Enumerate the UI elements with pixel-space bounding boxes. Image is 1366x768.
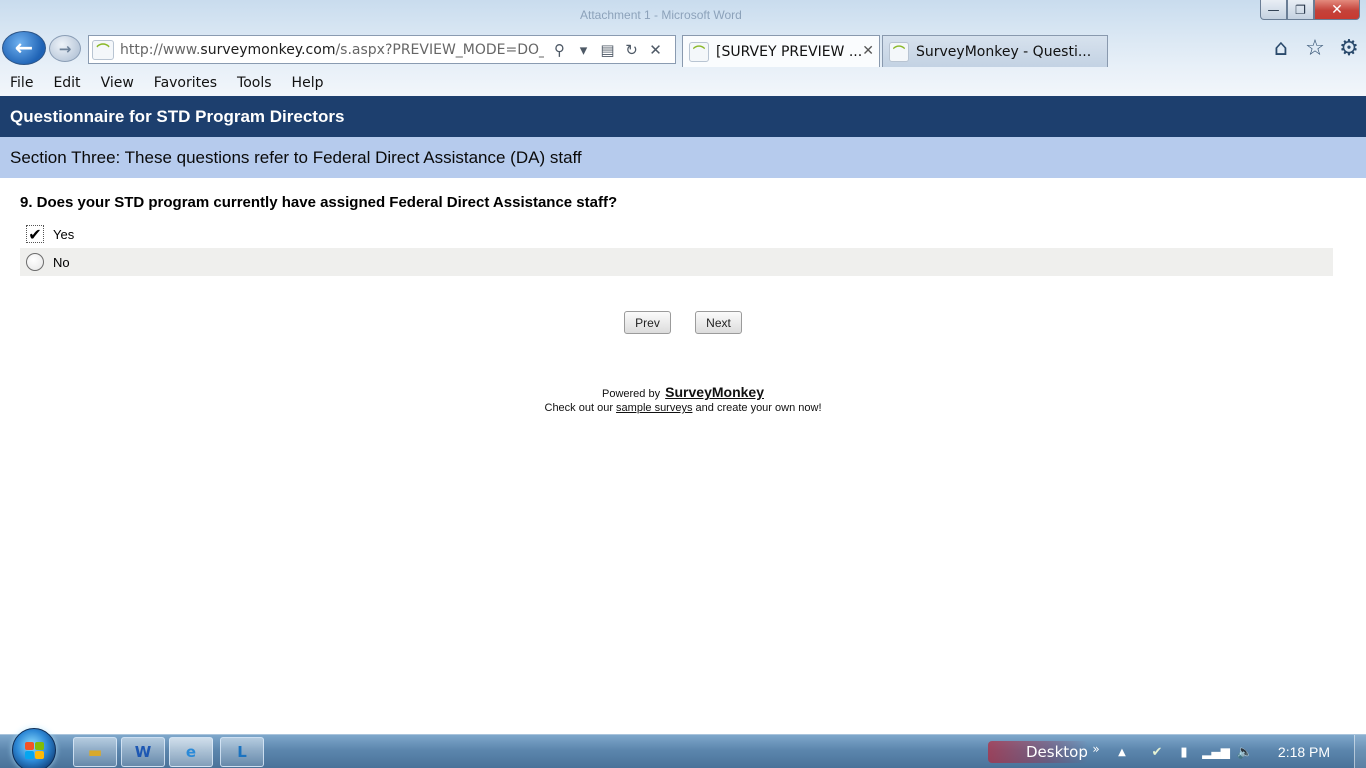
taskbar: ▬ W e L Desktop » ▲ ✔ ▮ ▂▄▆ 🔈 2:18 PM bbox=[0, 728, 1366, 768]
menu-bar: File Edit View Favorites Tools Help bbox=[0, 70, 1366, 96]
window-title: Attachment 1 - Microsoft Word bbox=[580, 8, 742, 22]
dropdown-arrow-icon[interactable]: ▾ bbox=[574, 40, 593, 60]
option-label: No bbox=[53, 254, 70, 270]
site-favicon-icon: ⌒ bbox=[689, 41, 709, 62]
forward-button[interactable]: → bbox=[49, 35, 81, 62]
address-bar[interactable]: ⌒ http://www.surveymonkey.com/s.aspx?PRE… bbox=[88, 35, 676, 64]
folder-icon: ▬ bbox=[87, 743, 103, 761]
prev-button[interactable]: Prev bbox=[624, 311, 671, 334]
tab-surveymonkey-questions[interactable]: ⌒ SurveyMonkey - Questi... bbox=[882, 35, 1108, 67]
show-desktop-button[interactable] bbox=[1354, 735, 1366, 768]
address-icons: ⚲ ▾ ▤ ↻ ✕ bbox=[550, 40, 665, 60]
menu-help[interactable]: Help bbox=[282, 71, 334, 95]
tab-close-icon[interactable]: ✕ bbox=[862, 43, 874, 59]
tab-label: SurveyMonkey - Questi... bbox=[916, 43, 1092, 60]
back-button[interactable]: ← bbox=[2, 31, 46, 65]
taskbar-word[interactable]: W bbox=[121, 737, 165, 767]
title-bar: Attachment 1 - Microsoft Word — ❐ ✕ bbox=[0, 0, 1366, 30]
chevron-right-icon[interactable]: » bbox=[1090, 738, 1102, 760]
arrow-left-icon: ← bbox=[14, 35, 34, 61]
menu-tools[interactable]: Tools bbox=[227, 71, 282, 95]
refresh-icon[interactable]: ↻ bbox=[622, 40, 641, 60]
footer: Powered by SurveyMonkey Check out our sa… bbox=[0, 383, 1366, 415]
close-button[interactable]: ✕ bbox=[1314, 0, 1360, 20]
tab-label: [SURVEY PREVIEW ... bbox=[716, 43, 863, 60]
clock[interactable]: 2:18 PM bbox=[1272, 744, 1336, 760]
gear-icon[interactable]: ⚙ bbox=[1336, 34, 1362, 62]
favorites-star-icon[interactable]: ☆ bbox=[1302, 34, 1328, 62]
option-label: Yes bbox=[53, 226, 75, 242]
window-controls: — ❐ ✕ bbox=[1260, 0, 1360, 20]
powered-by-text: Powered by bbox=[602, 388, 661, 400]
minimize-button[interactable]: — bbox=[1260, 0, 1287, 20]
option-yes[interactable]: ✔ Yes bbox=[20, 220, 1333, 248]
restore-button[interactable]: ❐ bbox=[1287, 0, 1314, 20]
word-icon: W bbox=[134, 743, 152, 761]
radio-circle-icon bbox=[26, 253, 44, 271]
arrow-right-icon: → bbox=[58, 39, 72, 58]
menu-file[interactable]: File bbox=[0, 71, 43, 95]
footer-text: and create your own now! bbox=[695, 402, 822, 414]
checkmark-icon: ✔ bbox=[26, 225, 44, 244]
menu-favorites[interactable]: Favorites bbox=[144, 71, 227, 95]
surveymonkey-logo-link[interactable]: SurveyMonkey bbox=[665, 384, 764, 400]
desktop-toolbar[interactable]: Desktop bbox=[988, 741, 1088, 763]
yes-checkbox[interactable]: ✔ bbox=[26, 225, 44, 244]
taskbar-lync[interactable]: L bbox=[220, 737, 264, 767]
home-icon[interactable]: ⌂ bbox=[1268, 34, 1294, 62]
site-favicon-icon: ⌒ bbox=[889, 41, 909, 62]
network-status-icon[interactable]: ✔ bbox=[1146, 741, 1168, 763]
taskbar-explorer[interactable]: ▬ bbox=[73, 737, 117, 767]
section-heading: Section Three: These questions refer to … bbox=[0, 137, 1366, 178]
internet-explorer-icon: e bbox=[185, 743, 197, 761]
wifi-signal-icon[interactable]: ▂▄▆ bbox=[1202, 741, 1230, 763]
survey-title: Questionnaire for STD Program Directors bbox=[0, 96, 1366, 137]
sample-surveys-link[interactable]: sample surveys bbox=[616, 402, 692, 414]
tab-survey-preview[interactable]: ⌒ [SURVEY PREVIEW ... ✕ bbox=[682, 35, 880, 67]
lync-icon: L bbox=[237, 743, 247, 761]
battery-icon[interactable]: ▮ bbox=[1174, 741, 1194, 763]
search-icon[interactable]: ⚲ bbox=[550, 40, 569, 60]
option-no[interactable]: No bbox=[20, 248, 1333, 276]
menu-view[interactable]: View bbox=[91, 71, 144, 95]
footer-text: Check out our bbox=[544, 402, 613, 414]
next-button[interactable]: Next bbox=[695, 311, 742, 334]
no-radio[interactable] bbox=[26, 253, 44, 271]
volume-icon[interactable]: 🔈 bbox=[1234, 741, 1256, 763]
menu-edit[interactable]: Edit bbox=[43, 71, 90, 95]
question-text: 9. Does your STD program currently have … bbox=[20, 194, 618, 211]
browser-right-icons: ⌂ ☆ ⚙ bbox=[1268, 34, 1362, 62]
stop-icon[interactable]: ✕ bbox=[646, 40, 665, 60]
compatibility-view-icon[interactable]: ▤ bbox=[598, 40, 617, 60]
start-button[interactable] bbox=[12, 728, 56, 768]
url-text[interactable]: http://www.surveymonkey.com/s.aspx?PREVI… bbox=[120, 42, 544, 58]
site-favicon-icon: ⌒ bbox=[92, 39, 114, 60]
tray-overflow-icon[interactable]: ▲ bbox=[1114, 741, 1130, 763]
taskbar-internet-explorer[interactable]: e bbox=[169, 737, 213, 767]
windows-logo-icon bbox=[25, 742, 45, 760]
browser-chrome: Attachment 1 - Microsoft Word — ❐ ✕ ← → … bbox=[0, 0, 1366, 96]
